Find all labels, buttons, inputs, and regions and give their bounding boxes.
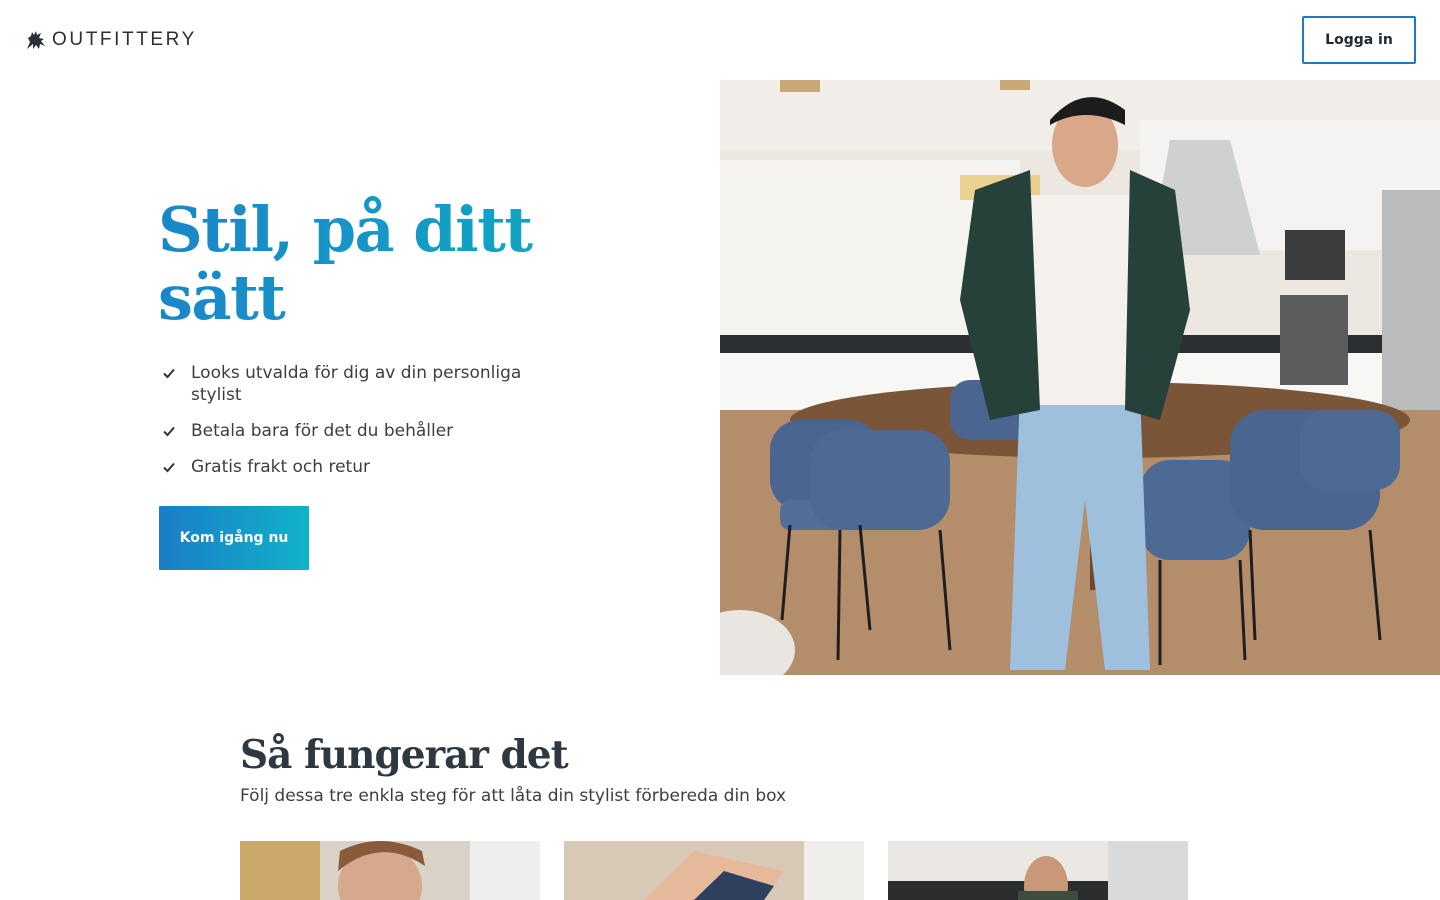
step-card-image <box>564 841 864 900</box>
check-icon <box>162 362 180 384</box>
brand-logo[interactable]: OUTFITTERY <box>24 28 197 52</box>
check-icon <box>162 420 180 442</box>
section-subtitle: Följ dessa tre enkla steg för att låta d… <box>240 786 787 806</box>
step-card-image <box>888 841 1188 900</box>
usp-text: Betala bara för det du behåller <box>191 421 454 441</box>
list-item: Gratis frakt och retur <box>162 456 542 478</box>
brand-name: OUTFITTERY <box>52 29 197 50</box>
check-icon <box>162 456 180 478</box>
hero-image <box>720 80 1440 675</box>
section-title: Så fungerar det <box>240 732 569 778</box>
login-button[interactable]: Logga in <box>1302 16 1416 64</box>
usp-text: Looks utvalda för dig av din personliga … <box>191 363 522 405</box>
step-card-image <box>240 841 540 900</box>
griffin-logo-icon <box>27 31 45 49</box>
list-item: Looks utvalda för dig av din personliga … <box>162 362 542 406</box>
usp-text: Gratis frakt och retur <box>191 457 370 477</box>
usp-list: Looks utvalda för dig av din personliga … <box>162 362 542 492</box>
site-header: OUTFITTERY Logga in <box>0 0 1440 80</box>
get-started-button[interactable]: Kom igång nu <box>159 506 309 570</box>
hero-title: Stil, på ditt sätt <box>158 196 578 332</box>
list-item: Betala bara för det du behåller <box>162 420 542 442</box>
